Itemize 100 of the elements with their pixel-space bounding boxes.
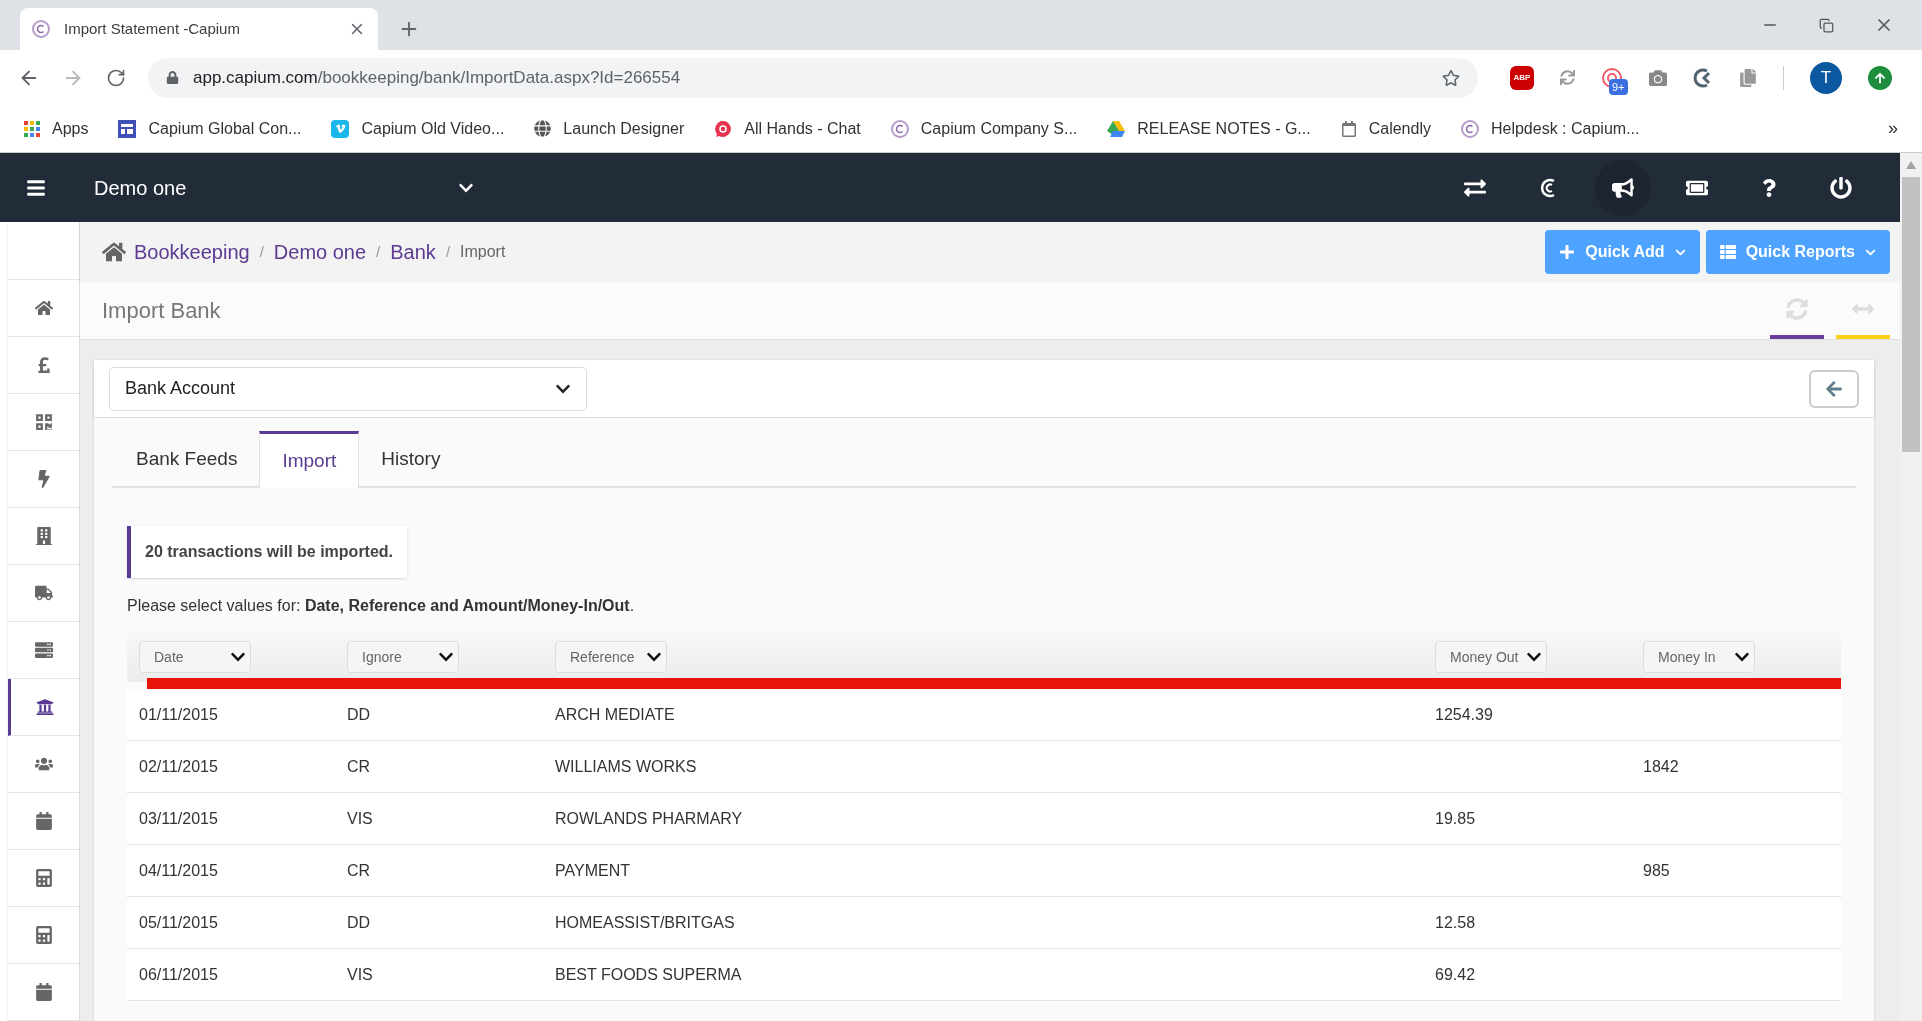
bookmark[interactable]: All Hands - Chat: [714, 116, 861, 141]
table-cell-text: WILLIAMS WORKS: [554, 756, 698, 777]
bank-icon: [36, 698, 54, 716]
bookmark[interactable]: Capium Company S...: [890, 116, 1078, 141]
bookmark[interactable]: Helpdesk : Capium...: [1460, 116, 1640, 141]
table-cell-text: ARCH MEDIATE: [554, 704, 676, 725]
bookmark[interactable]: Calendly: [1340, 116, 1431, 141]
url-text: app.capium.com/bookkeeping/bank/ImportData.aspx?Id=266554: [193, 66, 682, 89]
server-icon: [34, 641, 53, 659]
help-icon[interactable]: [1760, 178, 1778, 197]
scroll-thumb[interactable]: [1902, 177, 1920, 452]
bookmark[interactable]: RELEASE NOTES - G...: [1107, 116, 1311, 141]
breadcrumb-separator: /: [376, 241, 381, 262]
tab[interactable]: History: [359, 431, 463, 488]
chevron-c-icon[interactable]: [1693, 67, 1713, 88]
bookmark[interactable]: Apps: [24, 116, 89, 141]
plus-icon: [1559, 244, 1576, 260]
table-cell-text: 12.58: [1434, 912, 1477, 933]
tab[interactable]: Bank Feeds: [114, 431, 260, 488]
bookmark[interactable]: Capium Old Video...: [331, 116, 505, 141]
page-title: Import Bank: [102, 297, 221, 325]
calculator-icon: [34, 869, 53, 887]
menu-icon[interactable]: [26, 177, 46, 198]
qr-code-icon: [34, 413, 53, 431]
table-cell-text: BEST FOODS SUPERMA: [554, 964, 743, 985]
video-icon: [331, 119, 350, 138]
breadcrumb-link[interactable]: Bank: [390, 237, 436, 267]
megaphone-icon: [1612, 176, 1634, 199]
home-icon[interactable]: [102, 240, 126, 264]
column-select[interactable]: Ignore: [347, 641, 459, 673]
calendar-icon: [1340, 120, 1357, 137]
column-select[interactable]: Date: [139, 641, 251, 673]
bank-account-select[interactable]: Bank Account: [109, 366, 587, 411]
tab-title: Import Statement -Capium: [64, 18, 241, 39]
profile-avatar[interactable]: T: [1810, 61, 1842, 94]
globe-icon: [534, 120, 552, 137]
table-cell-text: 06/11/2015: [138, 964, 219, 985]
breadcrumb-link[interactable]: Bookkeeping: [134, 237, 250, 267]
calendar-icon: [34, 983, 53, 1001]
breadcrumb-separator: /: [259, 241, 264, 262]
table-cell-text: CR: [346, 860, 372, 881]
circle-c-icon: [890, 119, 909, 138]
table-cell-text: DD: [346, 704, 372, 725]
table-cell-text: 04/11/2015: [138, 860, 219, 881]
breadcrumb-current: Import: [460, 242, 506, 262]
camera-icon[interactable]: [1649, 68, 1667, 87]
table-cell-text: PAYMENT: [554, 860, 631, 881]
notification-badge: 9+: [1609, 78, 1628, 95]
list-icon: [1719, 244, 1736, 260]
table-cell-text: VIS: [346, 808, 374, 829]
table-cell-text: 1254.39: [1434, 704, 1494, 725]
more-bookmarks[interactable]: »: [1888, 115, 1898, 142]
breadcrumb-separator: /: [445, 241, 451, 262]
calculator-icon: [34, 926, 53, 944]
scrollbar[interactable]: [1900, 153, 1922, 1021]
tab[interactable]: Import: [259, 431, 360, 488]
column-select[interactable]: Reference: [555, 641, 667, 673]
back-button[interactable]: [1809, 369, 1859, 408]
circle-c-icon: [1460, 119, 1479, 138]
table-cell-text: 1842: [1642, 756, 1680, 777]
company-selector[interactable]: Demo one: [94, 172, 474, 203]
users-icon: [34, 755, 53, 773]
reload-icon[interactable]: [106, 67, 126, 88]
breadcrumb-link[interactable]: Demo one: [273, 237, 367, 267]
table-cell-text: 02/11/2015: [138, 756, 219, 777]
truck-icon: [34, 584, 53, 602]
table-cell-text: 19.85: [1434, 808, 1477, 829]
table-cell-text: 69.42: [1434, 964, 1477, 985]
column-select[interactable]: Money Out: [1435, 641, 1547, 673]
table-cell-text: 01/11/2015: [138, 704, 219, 725]
arrow-left-icon: [1825, 379, 1843, 398]
sync-icon[interactable]: [1560, 70, 1575, 85]
restore-icon[interactable]: [1819, 17, 1834, 33]
table-cell-text: DD: [346, 912, 372, 933]
chat-icon: [714, 119, 733, 138]
address-bar[interactable]: app.capium.com/bookkeeping/bank/ImportData.aspx?Id=266554: [148, 57, 1478, 98]
favicon-icon: [32, 20, 50, 38]
table-cell-text: HOMEASSIST/BRITGAS: [554, 912, 736, 933]
home-icon: [34, 299, 53, 317]
bookmark[interactable]: Capium Global Con...: [118, 116, 302, 141]
browser-tab[interactable]: Import Statement -Capium: [20, 8, 378, 50]
apps-grid-icon: [24, 120, 40, 137]
table-cell-text: CR: [346, 756, 372, 777]
layout-icon: [118, 119, 137, 138]
table-cell-text: VIS: [346, 964, 374, 985]
column-select[interactable]: Money In: [1643, 641, 1755, 673]
update-icon[interactable]: [1868, 65, 1892, 90]
drive-icon: [1107, 120, 1126, 137]
star-icon[interactable]: [1442, 68, 1460, 87]
table-cell-text: 05/11/2015: [138, 912, 219, 933]
rings-icon[interactable]: [1601, 66, 1623, 89]
table-cell-text: 985: [1642, 860, 1671, 881]
notice-text: 20 transactions will be imported.: [145, 543, 394, 560]
exchange-icon[interactable]: [1464, 176, 1486, 199]
power-icon[interactable]: [1830, 176, 1852, 199]
copies-icon[interactable]: [1739, 68, 1757, 87]
instruction-text: Please select values for: Date, Reference and Amount/Money-In/Out.: [127, 596, 636, 616]
bookmark[interactable]: Launch Designer: [534, 116, 685, 141]
table-cell-text: ROWLANDS PHARMARY: [554, 808, 744, 829]
building-icon: [34, 527, 53, 545]
